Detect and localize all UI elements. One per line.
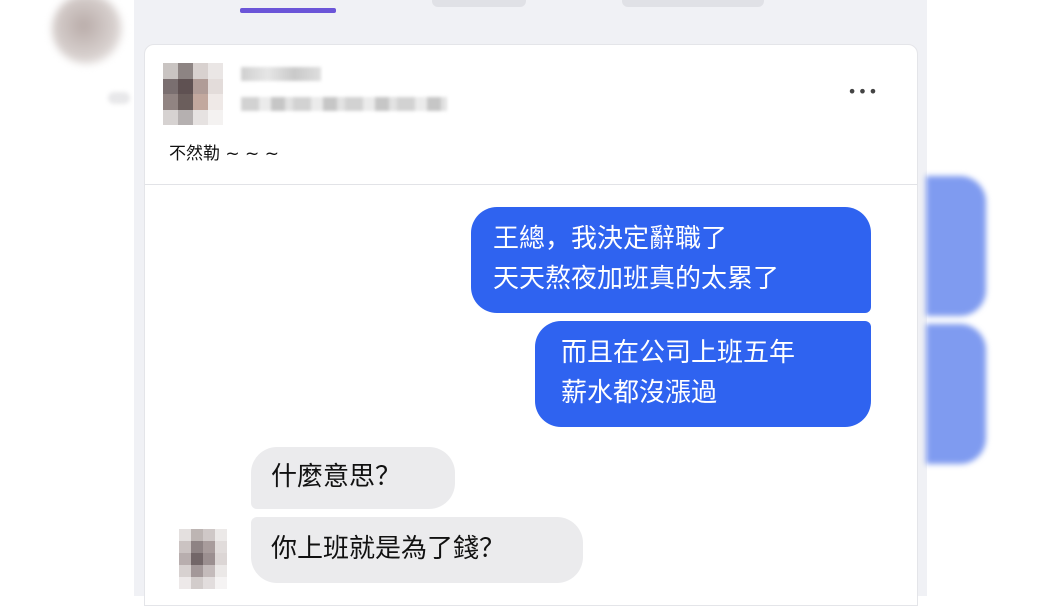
background-avatar: [52, 0, 122, 64]
author-name-redacted[interactable]: [241, 67, 321, 81]
sent-message-bubble: 而且在公司上班五年 薪水都沒漲過: [535, 321, 871, 427]
post-card: ••• 不然勒 ~ ~ ~ 王總，我決定辭職了 天天熬夜加班真的太累了 而且在公…: [144, 44, 918, 606]
received-message-bubble: 什麼意思？: [251, 447, 455, 509]
post-meta-redacted: [241, 97, 447, 111]
background-dot: [108, 92, 130, 104]
chat-screenshot: 王總，我決定辭職了 天天熬夜加班真的太累了 而且在公司上班五年 薪水都沒漲過 什…: [145, 185, 917, 605]
message-line: 你上班就是為了錢？: [271, 534, 506, 564]
active-tab-indicator: [240, 8, 336, 13]
more-options-icon[interactable]: •••: [845, 77, 881, 105]
received-message-bubble: 你上班就是為了錢？: [251, 517, 583, 583]
post-caption: 不然勒 ~ ~ ~: [169, 144, 279, 164]
message-line: 天天熬夜加班真的太累了: [493, 264, 780, 294]
author-avatar[interactable]: [163, 63, 223, 125]
message-line: 薪水都沒漲過: [561, 378, 718, 408]
background-tab: [432, 0, 526, 7]
sent-message-bubble: 王總，我決定辭職了 天天熬夜加班真的太累了: [471, 207, 871, 313]
message-line: 而且在公司上班五年: [561, 338, 796, 368]
background-bubble: [926, 176, 986, 316]
message-line: 王總，我決定辭職了: [493, 224, 728, 254]
sender-avatar: [179, 529, 227, 589]
post-header: ••• 不然勒 ~ ~ ~: [145, 45, 917, 185]
background-bubble: [926, 324, 986, 464]
message-line: 什麼意思？: [271, 462, 402, 492]
background-tab: [622, 0, 764, 7]
